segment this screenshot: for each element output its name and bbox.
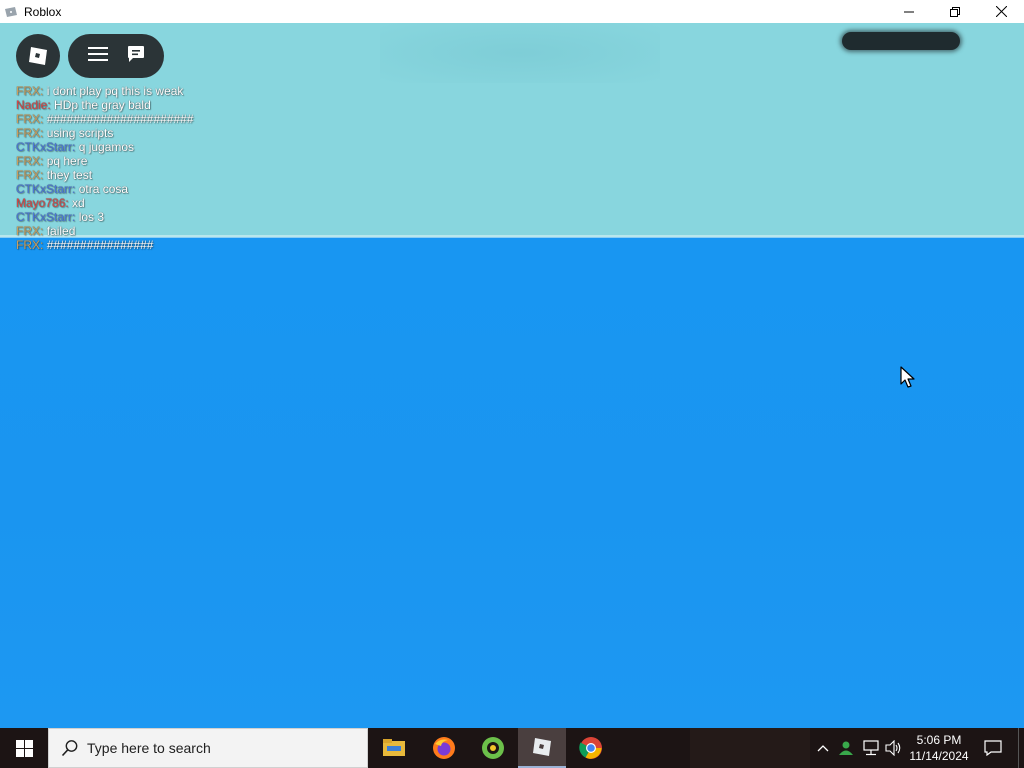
chat-text: using scripts [46, 126, 114, 140]
chat-message-list: FRX: i dont play pq this is weak Nadie: H… [16, 86, 316, 252]
chat-text: they test [46, 168, 93, 182]
chat-username[interactable]: FRX: [16, 224, 43, 238]
menu-chat-pill [68, 34, 164, 78]
chat-text: xd [72, 196, 85, 210]
roblox-logo-icon [29, 47, 47, 65]
chat-username[interactable]: FRX: [16, 86, 43, 98]
chat-username[interactable]: CTKxStarr: [16, 140, 75, 154]
chat-text: q jugamos [78, 140, 135, 154]
clock-date: 11/14/2024 [909, 749, 969, 763]
close-icon [995, 6, 1007, 17]
minimize-button[interactable] [886, 0, 932, 23]
chat-username[interactable]: Nadie: [16, 98, 51, 112]
chat-toggle-button[interactable] [126, 44, 146, 69]
network-button[interactable] [860, 728, 882, 768]
chat-text: failed [46, 224, 76, 238]
chat-message: FRX: ################ [16, 238, 316, 252]
chrome-icon [579, 737, 602, 759]
action-center-button[interactable] [978, 728, 1008, 768]
chat-username[interactable]: FRX: [16, 154, 43, 168]
taskbar-app-roblox[interactable] [518, 728, 566, 768]
chat-username[interactable]: FRX: [16, 238, 43, 252]
chat-icon [127, 45, 144, 62]
close-button[interactable] [978, 0, 1024, 23]
clock-time: 5:06 PM [916, 733, 962, 747]
file-explorer-icon [383, 739, 405, 756]
chat-message: CTKxStarr: q jugamos [16, 140, 316, 154]
tray-user-button[interactable] [836, 728, 856, 768]
chat-message: Nadie: HDp the gray bald [16, 98, 316, 112]
blurred-top-bar [842, 32, 960, 50]
taskbar-app-file-explorer[interactable] [370, 728, 418, 768]
window-title: Roblox [24, 4, 62, 19]
mouse-cursor-icon [900, 366, 915, 388]
sky-glow [380, 23, 660, 83]
volume-button[interactable] [884, 728, 904, 768]
hamburger-icon [87, 46, 108, 61]
chat-message: FRX: using scripts [16, 126, 316, 140]
chat-message: FRX: they test [16, 168, 316, 182]
chat-message: CTKxStarr: los 3 [16, 210, 316, 224]
chat-text: ###################### [46, 112, 194, 126]
chat-message: FRX: i dont play pq this is weak [16, 86, 316, 98]
taskbar-app-firefox[interactable] [420, 728, 468, 768]
roblox-menu-button[interactable] [16, 34, 60, 78]
chat-text: pq here [46, 154, 88, 168]
taskbar-app-green[interactable] [469, 728, 517, 768]
volume-icon [885, 740, 901, 756]
notification-icon [984, 740, 1002, 756]
water-baseplate [0, 237, 1024, 728]
search-placeholder: Type here to search [87, 740, 211, 756]
restore-icon [950, 6, 960, 17]
taskbar: Type here to search 5:06 PM 11/14/2024 [0, 728, 1024, 768]
chat-text: otra cosa [78, 182, 129, 196]
chat-username[interactable]: CTKxStarr: [16, 210, 75, 224]
taskbar-search-box[interactable]: Type here to search [48, 728, 368, 768]
roblox-icon [533, 738, 551, 756]
chat-username[interactable]: Mayo786: [16, 196, 69, 210]
chat-message: FRX: ###################### [16, 112, 316, 126]
chat-text: HDp the gray bald [54, 98, 151, 112]
hamburger-button[interactable] [87, 45, 109, 68]
title-bar: Roblox [0, 0, 1024, 23]
chat-text: los 3 [78, 210, 105, 224]
show-desktop-button[interactable] [1018, 728, 1024, 768]
minimize-icon [904, 11, 914, 12]
chat-message: CTKxStarr: otra cosa [16, 182, 316, 196]
windows-logo-icon [15, 739, 33, 757]
people-icon [839, 741, 853, 755]
show-hidden-icons-button[interactable] [813, 728, 833, 768]
taskbar-clock[interactable]: 5:06 PM 11/14/2024 [904, 732, 974, 764]
start-button[interactable] [0, 728, 48, 768]
chat-text: i dont play pq this is weak [46, 86, 184, 98]
chat-message: FRX: failed [16, 224, 316, 238]
taskbar-wallpaper-patch [690, 728, 810, 768]
chat-username[interactable]: FRX: [16, 168, 43, 182]
chat-message: FRX: pq here [16, 154, 316, 168]
network-icon [863, 740, 879, 756]
chat-message: Mayo786: xd [16, 196, 316, 210]
taskbar-app-chrome[interactable] [567, 728, 615, 768]
search-icon [61, 740, 78, 757]
chat-window: FRX: i dont play pq this is weak Nadie: H… [16, 86, 316, 256]
window-controls [886, 0, 1024, 23]
chat-username[interactable]: CTKxStarr: [16, 182, 75, 196]
roblox-app-icon [5, 6, 17, 17]
chat-text: ################ [46, 238, 154, 252]
restore-button[interactable] [932, 0, 978, 23]
chat-username[interactable]: FRX: [16, 112, 43, 126]
app-green-icon [482, 737, 504, 759]
chevron-up-icon [817, 745, 829, 752]
chat-username[interactable]: FRX: [16, 126, 43, 140]
firefox-icon [433, 737, 455, 759]
